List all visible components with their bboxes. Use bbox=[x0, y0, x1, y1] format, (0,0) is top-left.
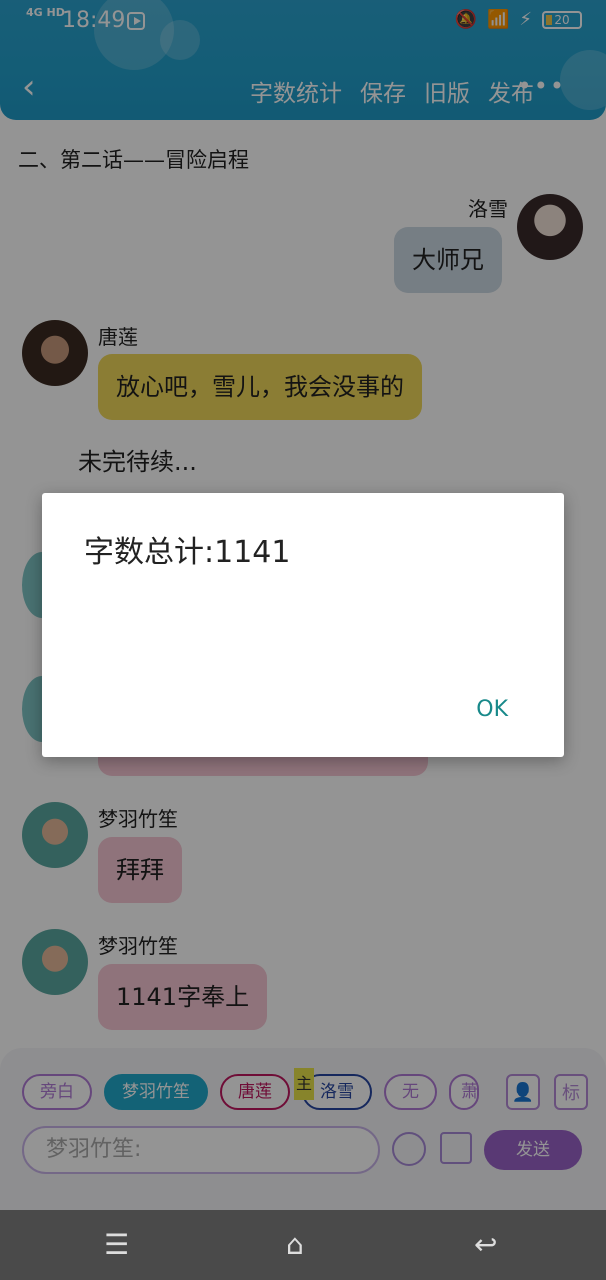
menu-icon[interactable]: ☰ bbox=[104, 1228, 129, 1261]
word-count-dialog: 字数总计:1141 OK bbox=[42, 493, 564, 757]
ok-button[interactable]: OK bbox=[476, 697, 508, 722]
home-icon[interactable]: ⌂ bbox=[286, 1228, 304, 1261]
system-navigation-bar: ☰ ⌂ ↩ bbox=[0, 1210, 606, 1280]
dialog-message: 字数总计:1141 bbox=[84, 535, 291, 570]
back-icon[interactable]: ↩ bbox=[474, 1228, 497, 1261]
